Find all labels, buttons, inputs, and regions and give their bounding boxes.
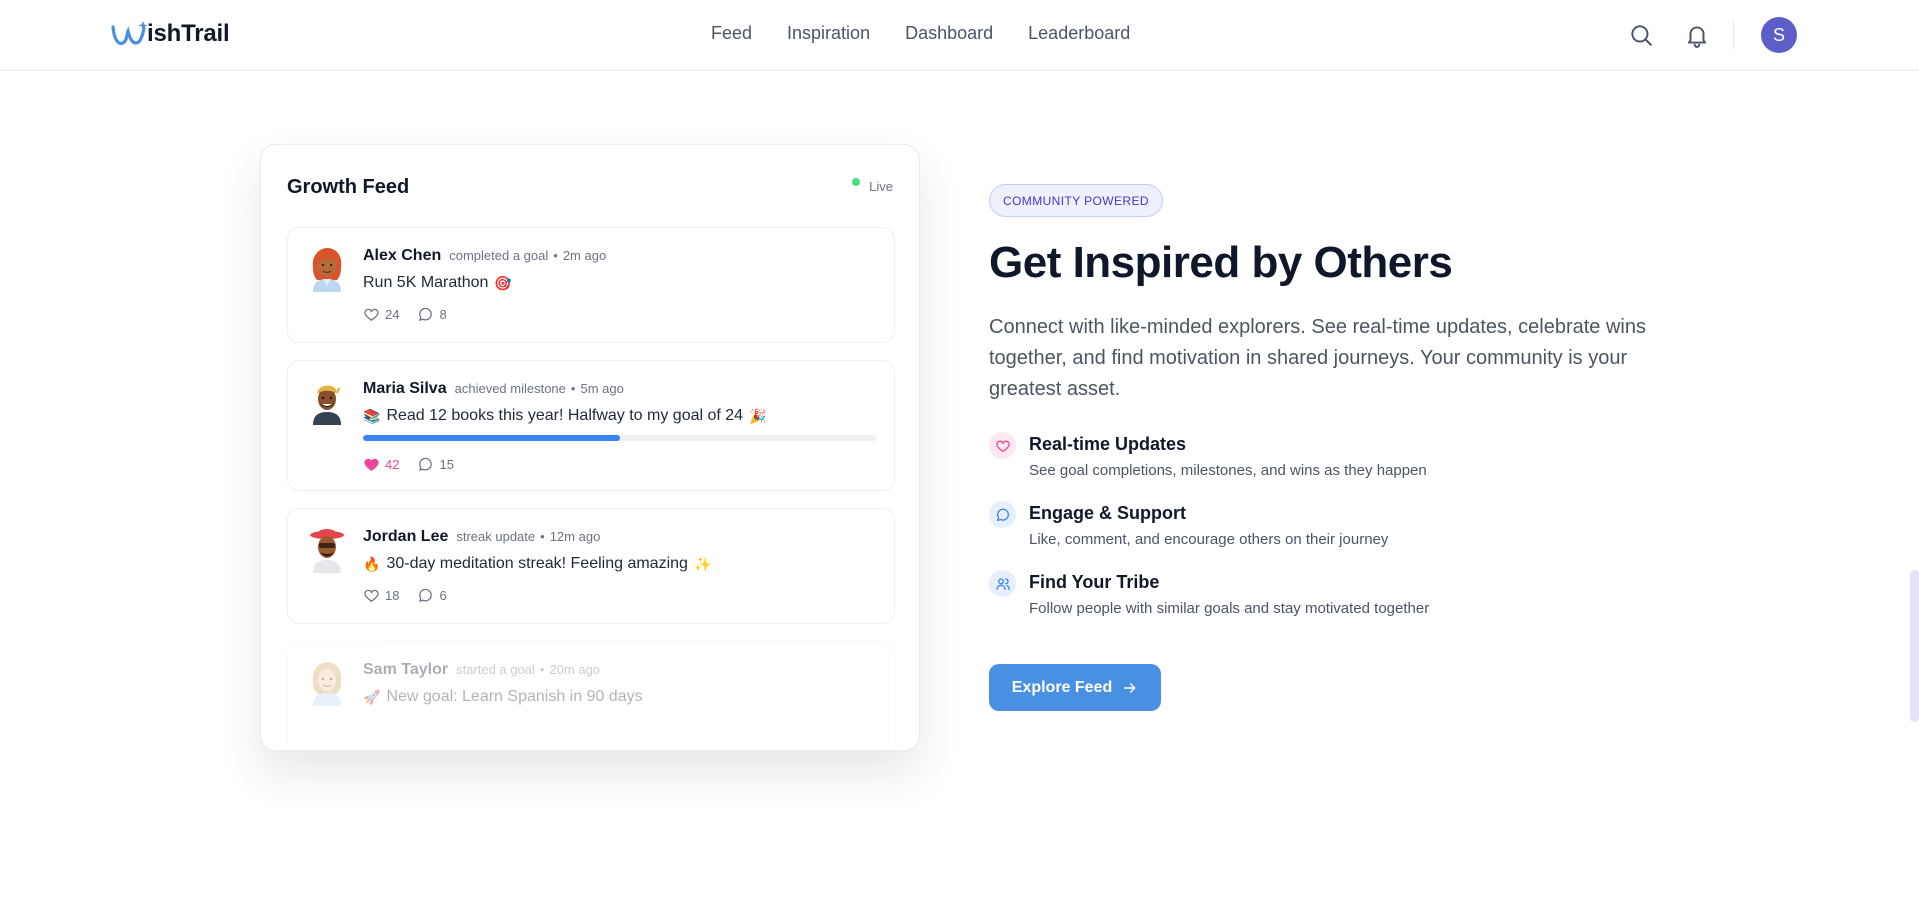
- comment-button[interactable]: 15: [417, 456, 454, 473]
- post-text-body: New goal: Learn Spanish in 90 days: [386, 688, 643, 705]
- post-time: 20m ago: [549, 662, 601, 677]
- comment-button[interactable]: 8: [417, 306, 447, 323]
- comment-count: 6: [439, 588, 447, 603]
- comment-icon: [419, 457, 433, 471]
- post-text: Run 5K Marathon 🎯: [363, 274, 518, 292]
- like-count: 24: [385, 307, 400, 322]
- like-count: 42: [385, 457, 400, 472]
- nav-link-inspiration[interactable]: Inspiration: [787, 23, 870, 44]
- live-label: Live: [869, 179, 893, 194]
- arrow-right-icon: [1124, 682, 1136, 693]
- post-stats: 18 6: [363, 587, 447, 604]
- post-separator: •: [539, 662, 545, 677]
- rocket-icon: 🚀: [363, 689, 381, 705]
- nav-divider: [1733, 21, 1734, 49]
- feed-title: Growth Feed: [287, 176, 410, 198]
- user-avatar[interactable]: S: [1761, 17, 1797, 53]
- post-action: streak update: [456, 529, 536, 544]
- post-time: 12m ago: [549, 529, 601, 544]
- explore-feed-label: Explore Feed: [1011, 678, 1113, 696]
- growth-feed-card: Growth Feed Live Alex Chen completed a g…: [260, 144, 920, 751]
- section-description: Connect with like-minded explorers. See …: [989, 316, 1646, 400]
- post-text: 📚 Read 12 books this year! Halfway to my…: [363, 407, 773, 425]
- nav-link-feed[interactable]: Feed: [711, 23, 752, 44]
- live-dot: [852, 177, 861, 186]
- primary-nav: Feed Inspiration Dashboard Leaderboard: [711, 23, 1130, 44]
- search-icon[interactable]: [1628, 22, 1654, 48]
- target-icon: 🎯: [494, 275, 512, 291]
- feed-post[interactable]: Jordan Lee streak update • 12m ago 🔥 30-…: [287, 508, 895, 624]
- fire-icon: 🔥: [363, 556, 381, 572]
- post-separator: •: [553, 248, 558, 263]
- like-button[interactable]: 42: [363, 456, 399, 473]
- comment-count: 15: [439, 457, 454, 472]
- post-separator: •: [540, 529, 545, 544]
- feature-description: Like, comment, and encourage others on t…: [1029, 531, 1389, 548]
- post-text: 🔥 30-day meditation streak! Feeling amaz…: [363, 555, 717, 573]
- community-badge: COMMUNITY POWERED: [989, 184, 1163, 217]
- feed-post[interactable]: Sam Taylor started a goal • 20m ago 🚀 Ne…: [287, 641, 895, 750]
- feature-title: Engage & Support: [1029, 503, 1186, 523]
- users-icon: [989, 570, 1016, 597]
- heart-filled-icon: [364, 458, 379, 471]
- user-avatar-icon: [310, 529, 344, 573]
- post-text: 🚀 New goal: Learn Spanish in 90 days: [363, 688, 643, 706]
- feed-post[interactable]: Alex Chen completed a goal • 2m ago Run …: [287, 227, 895, 343]
- books-icon: 📚: [363, 408, 381, 424]
- like-count: 18: [385, 588, 400, 603]
- heart-icon: [364, 308, 379, 321]
- post-text-body: Read 12 books this year! Halfway to my g…: [386, 407, 744, 424]
- feature-description: Follow people with similar goals and sta…: [1029, 600, 1430, 617]
- feature-title: Find Your Tribe: [1029, 572, 1160, 592]
- user-avatar-icon: [313, 385, 341, 425]
- sparkles-icon: ✨: [693, 556, 712, 572]
- post-time: 5m ago: [580, 381, 624, 396]
- nav-link-dashboard[interactable]: Dashboard: [905, 23, 993, 44]
- post-action: started a goal: [456, 662, 535, 677]
- milestone-progress-bar: [363, 435, 877, 441]
- progress-fill: [363, 435, 620, 441]
- party-popper-icon: 🎉: [749, 408, 767, 424]
- comment-button[interactable]: 6: [417, 587, 447, 604]
- scrollbar-thumb[interactable]: [1910, 570, 1919, 722]
- bell-icon[interactable]: [1684, 22, 1710, 48]
- heart-icon: [364, 589, 379, 602]
- feed-post[interactable]: Maria Silva achieved milestone • 5m ago …: [287, 360, 895, 491]
- post-action: achieved milestone: [454, 381, 566, 396]
- like-button[interactable]: 18: [363, 587, 399, 604]
- message-circle-icon: [989, 501, 1016, 528]
- explore-feed-button[interactable]: Explore Feed: [989, 664, 1161, 711]
- post-time: 2m ago: [562, 248, 607, 263]
- post-author[interactable]: Jordan Lee: [363, 528, 448, 546]
- comment-count: 8: [439, 307, 447, 322]
- post-separator: •: [570, 381, 576, 396]
- user-avatar-icon: [312, 248, 342, 292]
- comment-icon: [419, 307, 433, 321]
- feature-title: Real-time Updates: [1029, 434, 1187, 454]
- brand-name: ishTrail: [147, 20, 230, 47]
- like-button[interactable]: 24: [363, 306, 399, 323]
- brand-logo[interactable]: ishTrail: [110, 19, 230, 49]
- top-navigation: ishTrail Feed Inspiration Dashboard Lead…: [0, 0, 1919, 71]
- post-text-body: 30-day meditation streak! Feeling amazin…: [386, 555, 688, 572]
- feature-description: See goal completions, milestones, and wi…: [1029, 462, 1427, 479]
- nav-link-leaderboard[interactable]: Leaderboard: [1028, 23, 1130, 44]
- live-indicator: Live: [852, 177, 893, 194]
- wishtrail-logo-mark: [111, 21, 148, 45]
- section-headline: Get Inspired by Others: [989, 238, 1453, 287]
- post-action: completed a goal: [449, 248, 549, 263]
- heart-icon: [989, 432, 1016, 459]
- post-author[interactable]: Sam Taylor: [363, 661, 448, 679]
- user-avatar-icon: [312, 662, 342, 706]
- post-text-body: Run 5K Marathon: [363, 274, 489, 291]
- post-author[interactable]: Alex Chen: [363, 247, 441, 265]
- comment-icon: [419, 588, 433, 602]
- post-author[interactable]: Maria Silva: [363, 380, 447, 398]
- post-stats: 24 8: [363, 306, 447, 323]
- post-stats: 42 15: [363, 456, 454, 473]
